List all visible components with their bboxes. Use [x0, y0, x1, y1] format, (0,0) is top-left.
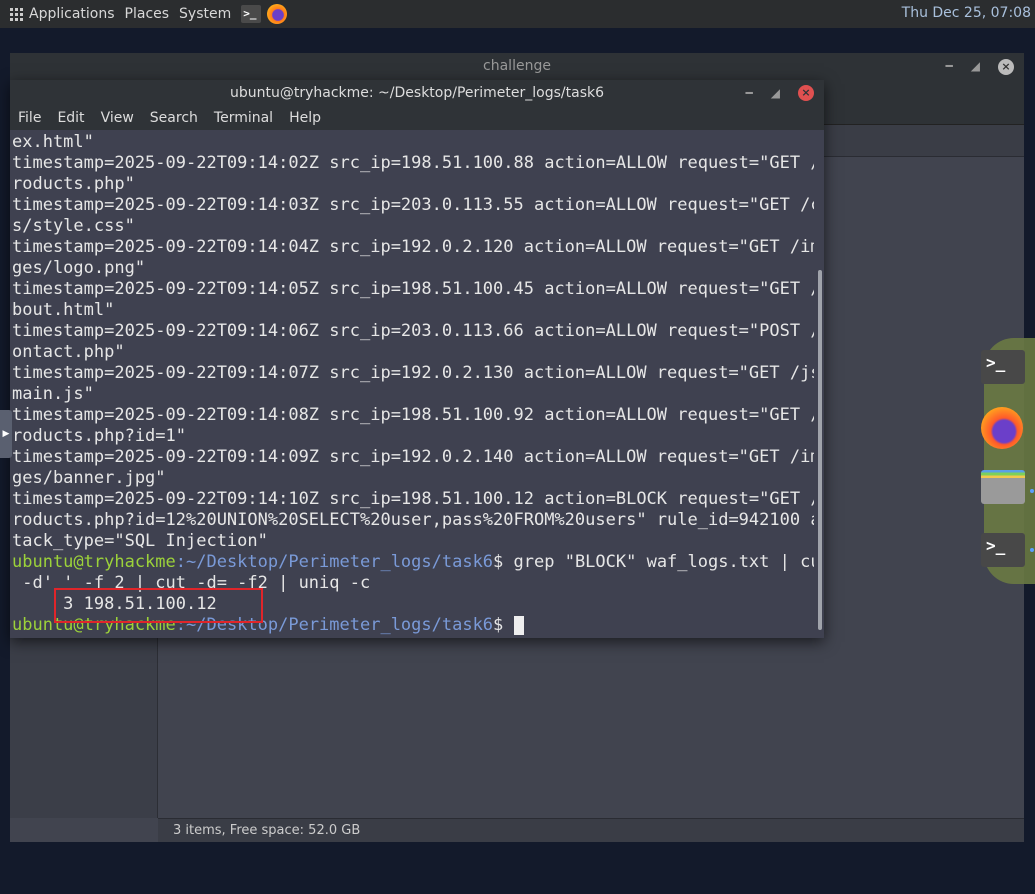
menu-file[interactable]: File: [18, 110, 41, 126]
menu-search[interactable]: Search: [150, 110, 198, 126]
log-line: ex.html": [12, 132, 94, 152]
log-line: timestamp=2025-09-22T09:14:10Z src_ip=19…: [12, 489, 814, 509]
minimize-icon[interactable]: ━: [946, 53, 953, 80]
log-line: s/style.css": [12, 216, 135, 236]
top-panel: Applications Places System >_ Thu Dec 25…: [0, 0, 1035, 28]
menu-edit[interactable]: Edit: [57, 110, 84, 126]
window-title: challenge: [483, 58, 551, 74]
running-indicator: [1030, 489, 1034, 493]
cursor: [513, 615, 524, 635]
log-line: timestamp=2025-09-22T09:14:04Z src_ip=19…: [12, 237, 814, 257]
highlight-box: [54, 588, 263, 623]
applications-label: Applications: [29, 6, 115, 22]
log-line: main.js": [12, 384, 94, 404]
menu-terminal[interactable]: Terminal: [214, 110, 273, 126]
terminal-output[interactable]: ex.html" timestamp=2025-09-22T09:14:02Z s…: [10, 130, 814, 638]
applications-menu[interactable]: Applications: [10, 6, 115, 22]
terminal-titlebar[interactable]: ubuntu@tryhackme: ~/Desktop/Perimeter_lo…: [10, 80, 824, 106]
dock-files-icon[interactable]: [981, 470, 1025, 504]
menu-help[interactable]: Help: [289, 110, 321, 126]
dock-firefox-icon[interactable]: [981, 407, 1023, 449]
log-line: roducts.php": [12, 174, 135, 194]
close-icon[interactable]: ×: [998, 58, 1014, 75]
terminal-window: ubuntu@tryhackme: ~/Desktop/Perimeter_lo…: [10, 80, 824, 638]
log-line: ges/logo.png": [12, 258, 146, 278]
running-indicator: [1030, 548, 1034, 552]
log-line: timestamp=2025-09-22T09:14:07Z src_ip=19…: [12, 363, 814, 383]
log-line: timestamp=2025-09-22T09:14:09Z src_ip=19…: [12, 447, 814, 467]
close-icon[interactable]: ×: [798, 85, 814, 101]
log-line: roducts.php?id=1": [12, 426, 186, 446]
prompt-path: :~/Desktop/Perimeter_logs/task6: [175, 552, 494, 572]
system-menu[interactable]: System: [179, 6, 231, 22]
log-line: timestamp=2025-09-22T09:14:06Z src_ip=20…: [12, 321, 814, 341]
command-text: grep "BLOCK" waf_logs.txt | cut: [513, 552, 814, 572]
terminal-launcher-icon[interactable]: >_: [241, 5, 262, 23]
scrollbar[interactable]: [818, 270, 822, 630]
prompt-sign: $: [493, 615, 514, 635]
menu-view[interactable]: View: [101, 110, 134, 126]
prompt-sign: $: [493, 552, 514, 572]
log-line: ges/banner.jpg": [12, 468, 166, 488]
places-menu[interactable]: Places: [125, 6, 170, 22]
apps-grid-icon: [10, 7, 23, 21]
terminal-title: ubuntu@tryhackme: ~/Desktop/Perimeter_lo…: [229, 85, 604, 101]
maximize-icon[interactable]: ◢: [771, 80, 780, 106]
dock-terminal-icon[interactable]: >_: [981, 533, 1025, 567]
log-line: tack_type="SQL Injection": [12, 531, 268, 551]
log-line: roducts.php?id=12%20UNION%20SELECT%20use…: [12, 510, 814, 530]
side-panel-handle[interactable]: ▶: [0, 410, 12, 458]
file-manager-titlebar[interactable]: challenge ━ ◢ ×: [10, 53, 1024, 80]
log-line: timestamp=2025-09-22T09:14:08Z src_ip=19…: [12, 405, 814, 425]
clock[interactable]: Thu Dec 25, 07:08: [902, 5, 1031, 21]
log-line: timestamp=2025-09-22T09:14:05Z src_ip=19…: [12, 279, 814, 299]
firefox-launcher-icon[interactable]: [267, 4, 288, 24]
minimize-icon[interactable]: ━: [746, 80, 753, 106]
command-line: ubuntu@tryhackme:~/Desktop/Perimeter_log…: [12, 552, 814, 573]
log-line: timestamp=2025-09-22T09:14:03Z src_ip=20…: [12, 195, 814, 215]
status-bar: 3 items, Free space: 52.0 GB: [158, 818, 1024, 842]
dock-terminal-icon[interactable]: >_: [981, 350, 1025, 384]
log-line: timestamp=2025-09-22T09:14:02Z src_ip=19…: [12, 153, 814, 173]
prompt-user: ubuntu@tryhackme: [12, 552, 176, 572]
terminal-menubar: File Edit View Search Terminal Help: [10, 106, 824, 130]
log-line: bout.html": [12, 300, 115, 320]
maximize-icon[interactable]: ◢: [971, 53, 980, 80]
log-line: ontact.php": [12, 342, 125, 362]
